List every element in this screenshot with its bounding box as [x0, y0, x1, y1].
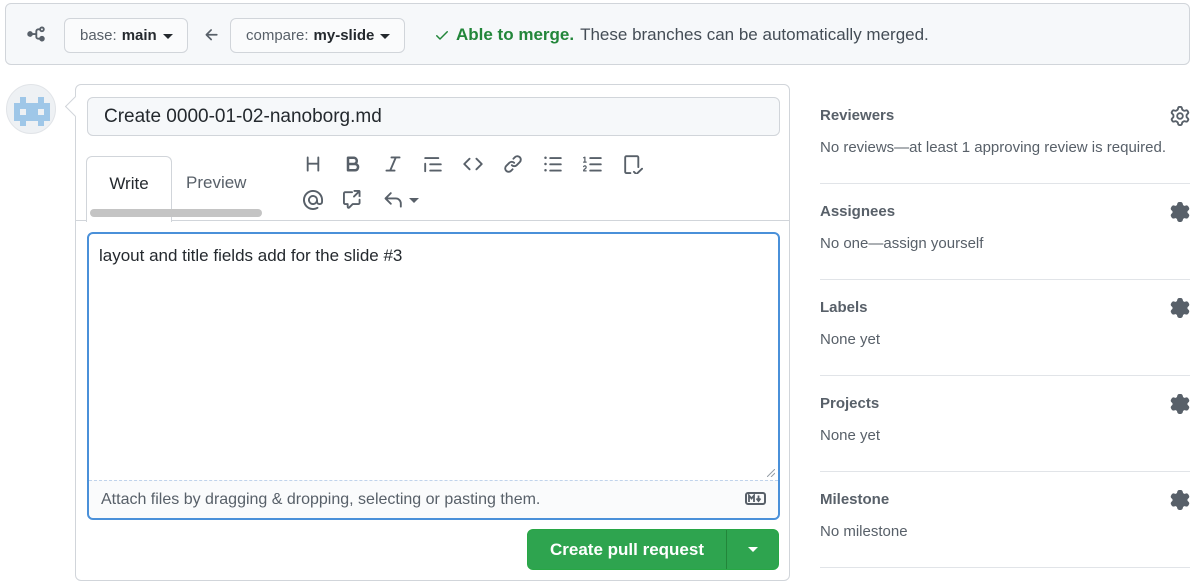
sidebar-reviewers: Reviewers No reviews—at least 1 approvin… [820, 88, 1190, 184]
heading-icon[interactable] [301, 152, 325, 176]
compare-label: compare: [246, 27, 309, 44]
git-compare-icon [27, 26, 45, 42]
numbered-list-icon[interactable] [581, 152, 605, 176]
gear-icon[interactable] [1170, 394, 1190, 414]
reply-icon[interactable] [381, 188, 421, 212]
comment-body: layout and title fields add for the slid… [99, 246, 403, 265]
merge-status: Able to merge. These branches can be aut… [434, 25, 929, 45]
base-branch-select[interactable]: base: main [64, 18, 188, 53]
gear-icon[interactable] [1170, 490, 1190, 510]
mention-icon[interactable] [301, 188, 325, 212]
link-icon[interactable] [501, 152, 525, 176]
comment-textarea[interactable]: layout and title fields add for the slid… [87, 232, 780, 520]
milestone-value: No milestone [820, 523, 908, 540]
avatar[interactable] [6, 84, 56, 134]
create-options-dropdown[interactable] [727, 530, 778, 569]
reviewers-value: No reviews—at least 1 approving review i… [820, 139, 1166, 156]
task-list-icon[interactable] [621, 152, 645, 176]
arrow-left-icon [205, 29, 218, 41]
attach-files-text: Attach files by dragging & dropping, sel… [101, 491, 541, 508]
create-pull-request-button-group: Create pull request [527, 529, 779, 570]
merge-ok-text: Able to merge. [456, 25, 575, 44]
assignees-title: Assignees [820, 203, 896, 220]
base-label: base: [80, 27, 117, 44]
title-input-value: Create 0000-01-02-nanoborg.md [104, 105, 382, 127]
sidebar-assignees: Assignees No one—assign yourself [820, 184, 1190, 280]
reviewers-title: Reviewers [820, 107, 895, 124]
tab-preview-label: Preview [186, 173, 247, 192]
title-input[interactable]: Create 0000-01-02-nanoborg.md [87, 97, 780, 136]
check-icon [436, 31, 448, 40]
identicon-icon [14, 97, 50, 126]
quote-icon[interactable] [421, 152, 445, 176]
gear-icon[interactable] [1170, 106, 1190, 126]
gear-icon[interactable] [1170, 298, 1190, 318]
labels-value: None yet [820, 331, 881, 348]
create-pull-request-button[interactable]: Create pull request [528, 530, 727, 569]
attach-files-bar[interactable]: Attach files by dragging & dropping, sel… [89, 480, 778, 518]
assignees-value[interactable]: No one—assign yourself [820, 235, 983, 252]
resize-handle-icon[interactable] [767, 469, 775, 477]
sidebar-labels: Labels None yet [820, 280, 1190, 376]
caret-down-icon [409, 198, 419, 203]
pull-request-form: Create 0000-01-02-nanoborg.md Write Prev… [75, 84, 790, 581]
compare-branch-name: my-slide [313, 27, 375, 44]
merge-description: These branches can be automatically merg… [580, 25, 929, 44]
bulleted-list-icon[interactable] [541, 152, 565, 176]
tabs-divider [76, 220, 789, 221]
projects-value: None yet [820, 427, 881, 444]
sidebar-milestone: Milestone No milestone [820, 472, 1190, 568]
tabs-scrollbar[interactable] [90, 209, 262, 217]
sidebar-projects: Projects None yet [820, 376, 1190, 472]
labels-title: Labels [820, 299, 868, 316]
caret-down-icon [380, 33, 391, 39]
caret-down-icon [747, 547, 758, 552]
compare-branch-select[interactable]: compare: my-slide [230, 18, 406, 53]
reference-icon[interactable] [341, 188, 365, 212]
bold-icon[interactable] [341, 152, 365, 176]
tab-preview[interactable]: Preview [186, 173, 246, 193]
compare-bar: base: main compare: my-slide Able to mer… [5, 3, 1190, 65]
caret-down-icon [162, 33, 173, 39]
milestone-title: Milestone [820, 491, 890, 508]
base-branch-name: main [121, 27, 157, 44]
projects-title: Projects [820, 395, 880, 412]
code-icon[interactable] [461, 152, 485, 176]
italic-icon[interactable] [381, 152, 405, 176]
markdown-icon[interactable] [745, 492, 766, 505]
gear-icon[interactable] [1170, 202, 1190, 222]
